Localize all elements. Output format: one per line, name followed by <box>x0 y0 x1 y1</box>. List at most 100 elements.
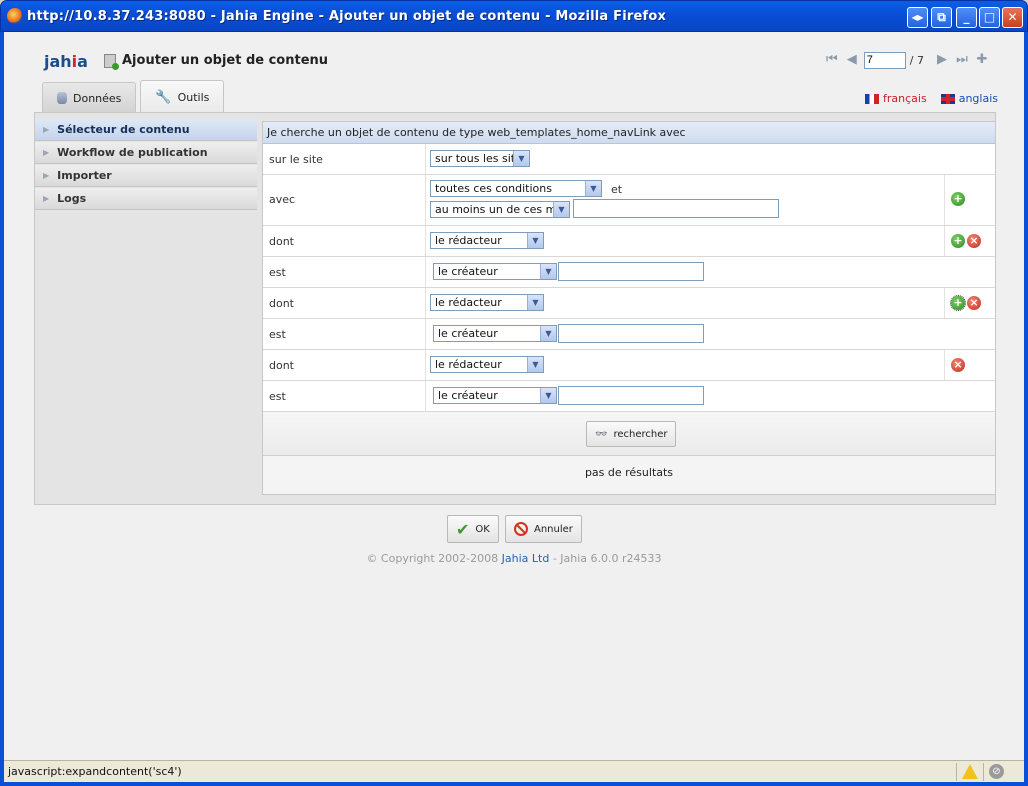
add-criterion-button[interactable]: + <box>950 295 966 311</box>
window-frame-right <box>1024 32 1028 786</box>
results-message: pas de résultats <box>263 456 995 490</box>
dont-select[interactable]: le rédacteur ▼ <box>430 232 544 249</box>
tab-outils[interactable]: 🔧 Outils <box>140 80 225 113</box>
cancel-icon <box>514 522 528 536</box>
previous-page-icon[interactable]: ◀ <box>844 52 860 68</box>
sidebar-item-import[interactable]: ▶ Importer <box>35 165 257 187</box>
pager: ⏮ ◀ / 7 ▶ ⏭ ✚ <box>824 50 990 70</box>
keywords-input[interactable] <box>573 199 779 218</box>
page-number-input[interactable] <box>863 51 906 69</box>
est-row: est le créateur ▼ <box>263 381 995 412</box>
est-value-input[interactable] <box>558 386 704 405</box>
est-label: est <box>269 390 286 403</box>
words-select[interactable]: au moins un de ces mot: ▼ <box>430 201 570 218</box>
window-title-bar[interactable]: http://10.8.37.243:8080 - Jahia Engine -… <box>0 0 1028 32</box>
expand-arrow-icon: ▶ <box>43 125 50 134</box>
page-total: / 7 <box>909 53 924 67</box>
window-frame-bottom <box>0 782 1028 786</box>
est-value-input[interactable] <box>558 324 704 343</box>
language-english-link[interactable]: anglais <box>940 92 998 105</box>
chevron-down-icon: ▼ <box>527 233 543 248</box>
add-criterion-button[interactable]: + <box>951 234 965 248</box>
est-row: est le créateur ▼ <box>263 257 995 288</box>
dont-row: dont le rédacteur ▼ + × <box>263 226 995 257</box>
est-select[interactable]: le créateur ▼ <box>433 325 557 342</box>
language-french-link[interactable]: français <box>865 92 927 105</box>
last-page-icon[interactable]: ⏭ <box>954 52 970 68</box>
chevron-down-icon: ▼ <box>527 295 543 310</box>
jahia-link[interactable]: Jahia Ltd <box>502 552 550 565</box>
window-title: http://10.8.37.243:8080 - Jahia Engine -… <box>27 9 667 24</box>
jahia-logo: jahia <box>44 52 88 71</box>
database-icon <box>57 92 67 104</box>
browser-content: jahia Ajouter un objet de contenu ⏮ ◀ / … <box>4 32 1024 760</box>
tab-bar: Données 🔧 Outils <box>42 80 225 113</box>
flag-fr-icon <box>865 93 880 104</box>
tools-panel: ▶ Sélecteur de contenu ▶ Workflow de pub… <box>34 112 996 505</box>
add-content-icon <box>104 54 119 70</box>
close-window-button[interactable]: ✕ <box>1002 7 1023 28</box>
language-switcher: français anglais <box>865 92 998 105</box>
search-button[interactable]: 👓 rechercher <box>586 421 677 447</box>
expand-arrow-icon: ▶ <box>43 148 50 157</box>
et-text: et <box>611 183 623 196</box>
dont-label: dont <box>269 297 294 310</box>
expand-arrow-icon: ▶ <box>43 171 50 180</box>
est-label: est <box>269 328 286 341</box>
est-label: est <box>269 266 286 279</box>
page-title: Ajouter un objet de contenu <box>122 53 329 68</box>
restore-tab-button[interactable]: ◂▸ <box>907 7 928 28</box>
conditions-select[interactable]: toutes ces conditions ▼ <box>430 180 602 197</box>
avec-row: avec toutes ces conditions ▼ et au moins… <box>263 175 995 226</box>
dont-select[interactable]: le rédacteur ▼ <box>430 356 544 373</box>
engine-page: jahia Ajouter un objet de contenu ⏮ ◀ / … <box>4 32 1024 760</box>
tools-sidebar: ▶ Sélecteur de contenu ▶ Workflow de pub… <box>35 119 257 211</box>
add-condition-button[interactable]: + <box>951 192 965 206</box>
delete-criterion-button[interactable]: × <box>967 234 981 248</box>
sidebar-item-workflow[interactable]: ▶ Workflow de publication <box>35 142 257 164</box>
chevron-down-icon: ▼ <box>513 151 529 166</box>
content-selector-form: Je cherche un objet de contenu de type w… <box>262 121 996 495</box>
dont-row: dont le rédacteur ▼ + × <box>263 288 995 319</box>
tab-label: Données <box>73 91 122 105</box>
form-heading: Je cherche un objet de contenu de type w… <box>263 122 995 144</box>
tab-label: Outils <box>177 90 210 104</box>
ok-button[interactable]: ✔ OK <box>447 515 499 543</box>
chevron-down-icon: ▼ <box>527 357 543 372</box>
est-select[interactable]: le créateur ▼ <box>433 263 557 280</box>
delete-criterion-button[interactable]: × <box>951 358 965 372</box>
next-page-icon[interactable]: ▶ <box>934 52 950 68</box>
flag-en-icon <box>940 93 955 104</box>
no-edit-icon[interactable]: ⊘ <box>989 764 1004 779</box>
wrench-icon: 🔧 <box>155 89 172 105</box>
dont-row: dont le rédacteur ▼ × <box>263 350 995 381</box>
search-bar: 👓 rechercher <box>263 412 995 456</box>
est-select[interactable]: le créateur ▼ <box>433 387 557 404</box>
status-bar: javascript:expandcontent('sc4') ⊘ <box>4 760 1024 782</box>
expand-arrow-icon: ▶ <box>43 194 50 203</box>
chevron-down-icon: ▼ <box>553 202 569 217</box>
dont-select[interactable]: le rédacteur ▼ <box>430 294 544 311</box>
delete-criterion-button[interactable]: × <box>967 296 981 310</box>
chevron-down-icon: ▼ <box>540 264 556 279</box>
sidebar-item-content-selector[interactable]: ▶ Sélecteur de contenu <box>35 119 257 141</box>
site-select[interactable]: sur tous les site: ▼ <box>430 150 530 167</box>
dont-label: dont <box>269 235 294 248</box>
warning-icon[interactable] <box>962 764 978 779</box>
checkmark-icon: ✔ <box>456 519 470 539</box>
maximize-button[interactable]: □ <box>979 7 1000 28</box>
est-value-input[interactable] <box>558 262 704 281</box>
avec-label: avec <box>269 193 296 206</box>
chevron-down-icon: ▼ <box>585 181 601 196</box>
tab-donnees[interactable]: Données <box>42 82 137 113</box>
firefox-icon <box>7 8 23 24</box>
chevron-down-icon: ▼ <box>540 388 556 403</box>
first-page-icon[interactable]: ⏮ <box>824 52 840 68</box>
minimize-button[interactable]: _ <box>956 7 977 28</box>
add-page-icon[interactable]: ✚ <box>974 52 990 68</box>
sidebar-item-logs[interactable]: ▶ Logs <box>35 188 257 210</box>
chevron-down-icon: ▼ <box>540 326 556 341</box>
new-window-button[interactable]: ⧉ <box>931 7 952 28</box>
site-row: sur le site sur tous les site: ▼ <box>263 144 995 175</box>
cancel-button[interactable]: Annuler <box>505 515 582 543</box>
